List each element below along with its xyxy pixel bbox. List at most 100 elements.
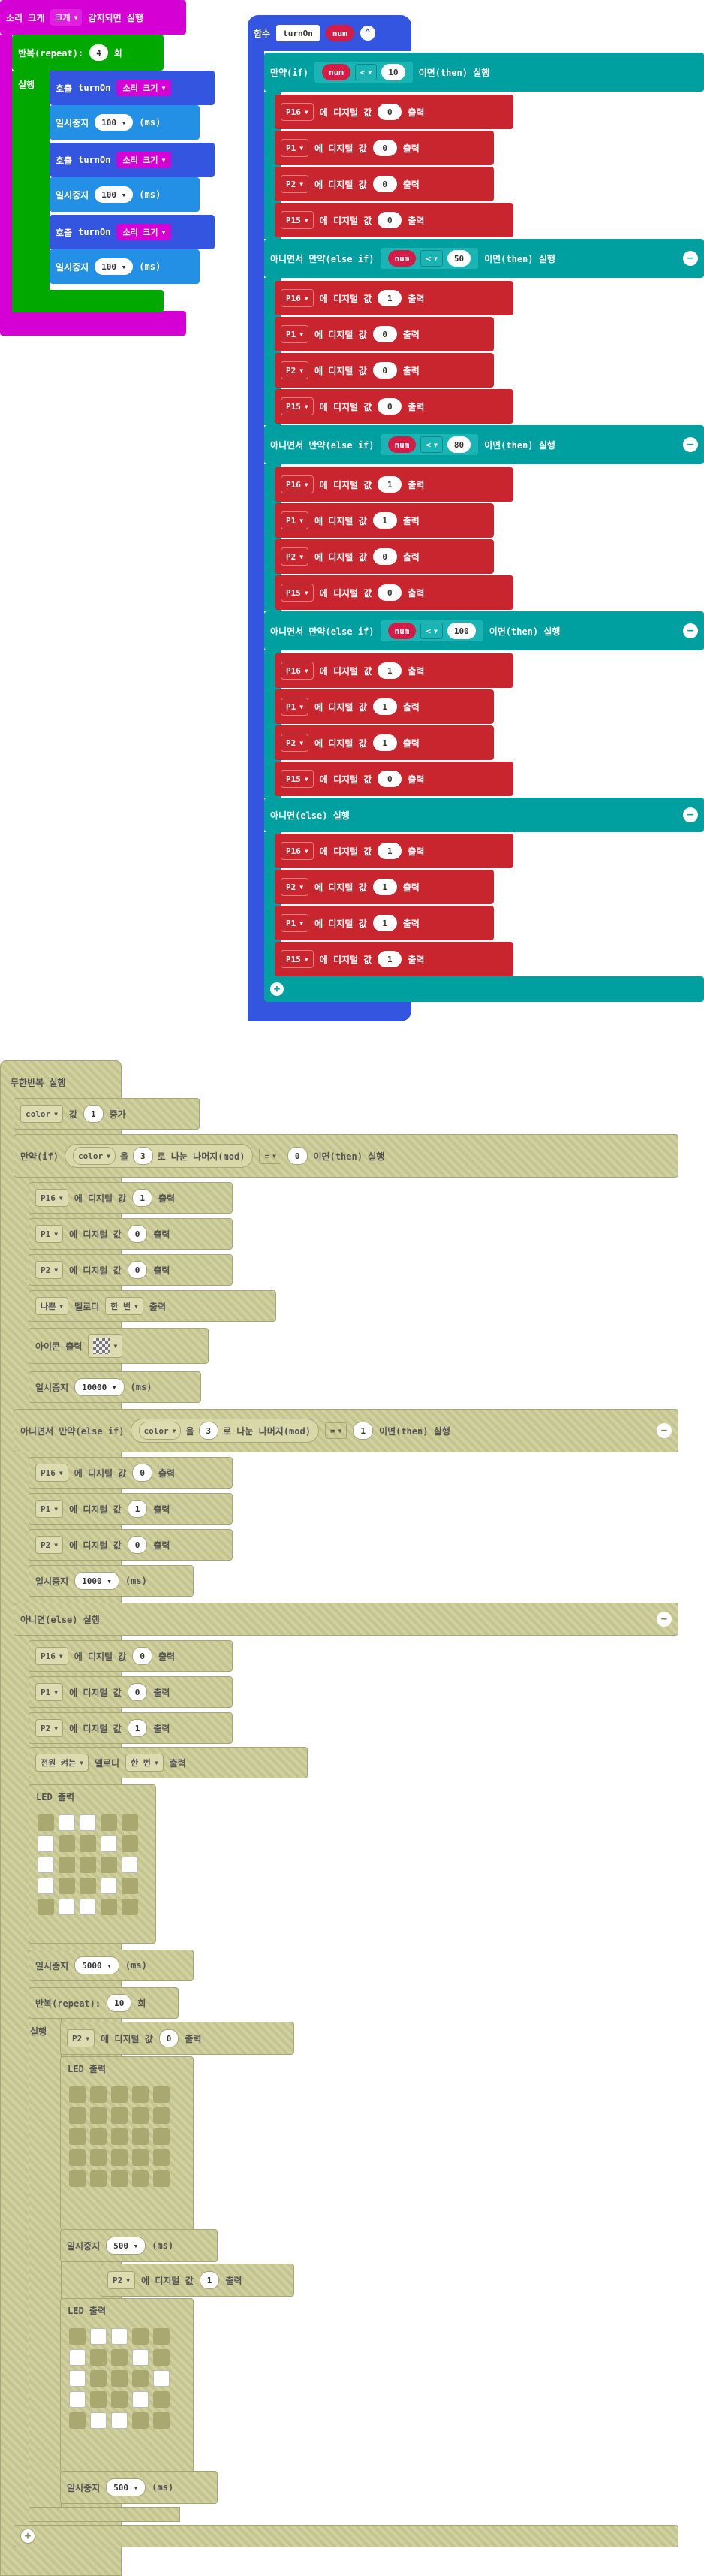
compare-op[interactable]: < <box>420 436 443 453</box>
led-cell[interactable] <box>38 1899 54 1915</box>
led-cell[interactable] <box>132 2128 149 2145</box>
led-cell[interactable] <box>153 2107 170 2124</box>
digital-write-block[interactable]: P15 에 디지털 값 0 출력 <box>275 575 513 610</box>
led-cell[interactable] <box>132 2370 149 2387</box>
compare-expression[interactable]: num < 10 <box>314 62 413 83</box>
equals-op[interactable]: = <box>324 1422 347 1439</box>
pause-block[interactable]: 일시중지 1000 ▾ (ms) <box>29 1565 194 1597</box>
led-cell[interactable] <box>111 2128 128 2145</box>
led-cell[interactable] <box>101 1878 117 1894</box>
pin-dropdown[interactable]: P2 <box>281 878 309 896</box>
remove-branch-icon[interactable]: − <box>657 1423 672 1438</box>
digital-write-block[interactable]: P16 에 디지털 값 1 출력 <box>275 467 513 502</box>
led-cell[interactable] <box>153 2170 170 2187</box>
elseif-header[interactable]: 아니면서 만약(else if) num < 80 이면(then) 실행 − <box>264 425 704 464</box>
compare-op[interactable]: < <box>420 623 443 639</box>
pause-value[interactable]: 500 ▾ <box>106 2237 146 2255</box>
repeat-block[interactable]: 반복(repeat): 10 회 <box>29 1987 179 2019</box>
remove-branch-icon[interactable]: − <box>683 807 698 822</box>
mod-expression[interactable]: color 을 3 로 나눈 나머지(mod) <box>130 1419 319 1443</box>
pin-dropdown[interactable]: P16 <box>281 662 314 680</box>
led-cell[interactable] <box>111 2149 128 2166</box>
pin-dropdown[interactable]: P2 <box>281 361 309 379</box>
icon-dropdown[interactable] <box>88 1334 123 1358</box>
led-cell[interactable] <box>153 2149 170 2166</box>
compare-value[interactable]: 100 <box>447 623 476 639</box>
digital-value[interactable]: 1 <box>372 512 397 529</box>
digital-write-block[interactable]: P2 에 디지털 값 0 출력 <box>275 353 494 388</box>
led-cell[interactable] <box>59 1878 75 1894</box>
digital-value[interactable]: 0 <box>372 140 397 156</box>
led-cell[interactable] <box>122 1899 138 1915</box>
pin-dropdown[interactable]: P2 <box>67 2029 95 2047</box>
pin-dropdown[interactable]: P2 <box>35 1261 64 1279</box>
digital-value[interactable]: 1 <box>127 1500 148 1518</box>
pin-dropdown[interactable]: P15 <box>281 584 314 602</box>
pause-block[interactable]: 일시중지 5000 ▾ (ms) <box>29 1950 194 1981</box>
pin-dropdown[interactable]: P1 <box>281 139 309 157</box>
remove-branch-icon[interactable]: − <box>683 251 698 266</box>
led-cell[interactable] <box>69 2107 86 2124</box>
led-grid[interactable] <box>38 1814 138 1915</box>
digital-write-block[interactable]: P16 에 디지털 값 0 출력 <box>275 95 513 129</box>
digital-value[interactable]: 0 <box>132 1647 152 1665</box>
led-cell[interactable] <box>153 2128 170 2145</box>
else-header[interactable]: 아니면(else) 실행 − <box>264 798 704 832</box>
digital-write-block[interactable]: P1 에 디지털 값 0 출력 <box>29 1218 233 1250</box>
compare-expression[interactable]: num < 80 <box>380 434 479 455</box>
digital-write-block[interactable]: P15 에 디지털 값 0 출력 <box>275 203 513 237</box>
digital-value[interactable]: 1 <box>127 1719 148 1737</box>
compare-value[interactable]: 10 <box>381 64 405 80</box>
digital-write-block[interactable]: P1 에 디지털 값 0 출력 <box>275 317 494 351</box>
elseif-header[interactable]: 아니면서 만약(else if) num < 100 이면(then) 실행 − <box>264 611 704 650</box>
led-grid[interactable] <box>69 2086 170 2187</box>
num-variable[interactable]: num <box>387 623 417 639</box>
led-cell[interactable] <box>59 1835 75 1852</box>
compare-expression[interactable]: num < 50 <box>380 248 479 269</box>
melody-dropdown[interactable]: 전원 켜는 <box>35 1754 89 1772</box>
pin-dropdown[interactable]: P2 <box>281 734 309 752</box>
digital-write-block[interactable]: P16 에 디지털 값 0 출력 <box>29 1640 233 1672</box>
color-var-dropdown[interactable]: color <box>20 1105 63 1123</box>
pin-dropdown[interactable]: P16 <box>281 475 314 493</box>
pause-block[interactable]: 일시중지 500 ▾ (ms) <box>60 2471 218 2504</box>
digital-write-block[interactable]: P2 에 디지털 값 0 출력 <box>275 167 494 201</box>
compare-value[interactable]: 80 <box>447 436 471 453</box>
led-cell[interactable] <box>132 2149 149 2166</box>
digital-write-block[interactable]: P1 에 디지털 값 1 출력 <box>275 906 494 940</box>
else-header[interactable]: 아니면(else) 실행 − <box>14 1603 678 1636</box>
pin-dropdown[interactable]: P2 <box>35 1719 64 1737</box>
led-cell[interactable] <box>132 2107 149 2124</box>
pause-block[interactable]: 일시중지 100 ▾ (ms) <box>50 249 200 284</box>
digital-value[interactable]: 0 <box>127 1225 148 1243</box>
remove-branch-icon[interactable]: − <box>683 623 698 638</box>
digital-write-block[interactable]: P2 에 디지털 값 1 출력 <box>275 870 494 904</box>
equals-op[interactable]: = <box>259 1148 281 1164</box>
led-grid[interactable] <box>69 2328 170 2429</box>
led-cell[interactable] <box>59 1857 75 1873</box>
pause-value[interactable]: 100 ▾ <box>95 114 134 131</box>
led-cell[interactable] <box>80 1857 96 1873</box>
digital-write-block[interactable]: P15 에 디지털 값 0 출력 <box>275 762 513 796</box>
led-cell[interactable] <box>80 1814 96 1831</box>
compare-value[interactable]: 0 <box>287 1147 308 1165</box>
melody-block[interactable]: 나쁜 멜로디 한 번 출력 <box>29 1290 276 1322</box>
led-cell[interactable] <box>132 2086 149 2103</box>
digital-write-block[interactable]: P15 에 디지털 값 0 출력 <box>275 389 513 424</box>
led-cell[interactable] <box>90 2149 107 2166</box>
if-footer[interactable]: + <box>14 2525 678 2547</box>
led-cell[interactable] <box>153 2086 170 2103</box>
digital-value[interactable]: 0 <box>378 398 402 415</box>
repeat-count[interactable]: 4 <box>89 44 108 61</box>
digital-value[interactable]: 0 <box>378 584 402 601</box>
digital-value[interactable]: 1 <box>378 662 402 679</box>
add-branch-icon[interactable]: + <box>20 2529 35 2544</box>
add-branch-icon[interactable]: + <box>270 982 284 996</box>
pin-dropdown[interactable]: P1 <box>35 1683 64 1701</box>
repeat-mode-dropdown[interactable]: 한 번 <box>105 1297 143 1315</box>
led-cell[interactable] <box>69 2328 86 2345</box>
if-header[interactable]: 만약(if) num < 10 이면(then) 실행 <box>264 53 704 92</box>
sound-level-arg[interactable]: 소리 크기 <box>116 152 172 168</box>
pause-value[interactable]: 1000 ▾ <box>74 1572 119 1590</box>
collapse-icon[interactable]: ⌃ <box>360 26 375 41</box>
